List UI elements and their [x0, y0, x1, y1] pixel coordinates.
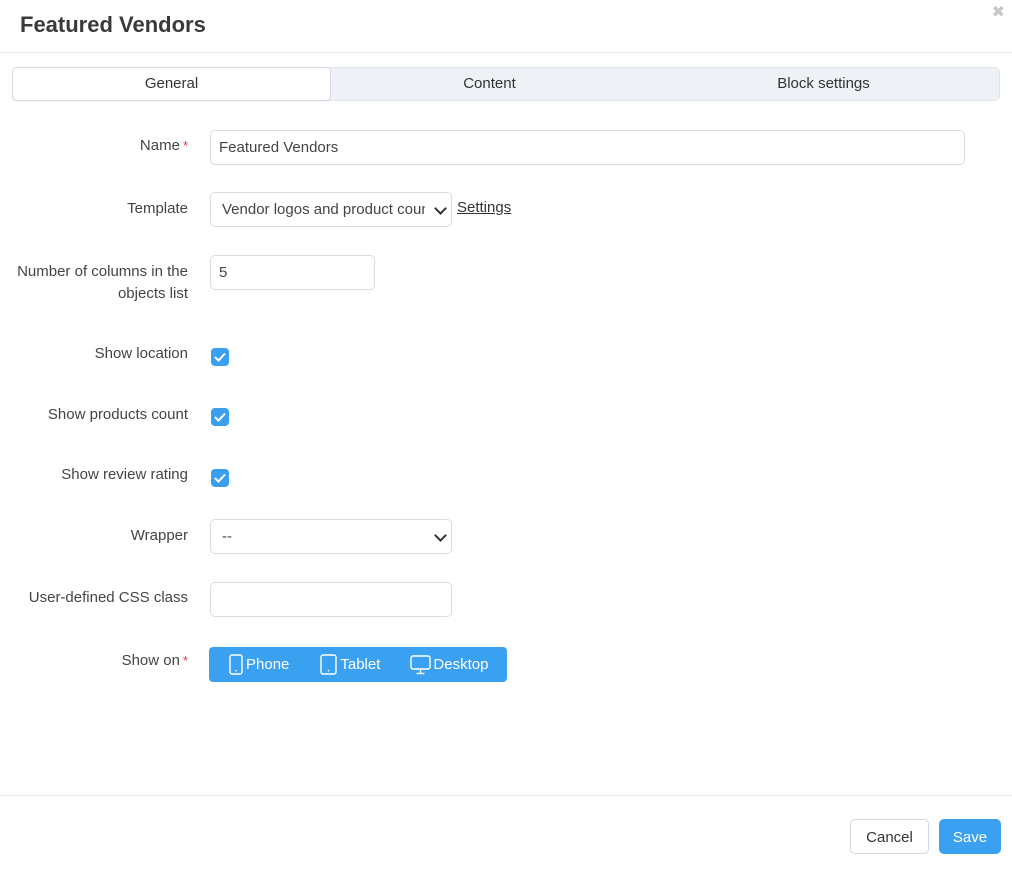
- checkmark-icon: [214, 473, 226, 483]
- show-on-desktop[interactable]: Desktop: [410, 647, 488, 682]
- css-class-label: User-defined CSS class: [28, 589, 188, 606]
- phone-icon: [229, 654, 243, 675]
- show-products-count-label: Show products count: [47, 406, 188, 423]
- dialog-title: Featured Vendors: [20, 12, 206, 37]
- template-settings-link[interactable]: Settings: [457, 199, 511, 216]
- css-class-input[interactable]: [210, 582, 452, 617]
- save-button[interactable]: Save: [939, 819, 1001, 854]
- checkmark-icon: [214, 352, 226, 362]
- columns-label: Number of columns in the objects list: [17, 263, 188, 302]
- show-on-label: Show on *: [0, 650, 188, 672]
- show-on-tablet-label: Tablet: [340, 656, 381, 673]
- columns-input[interactable]: [210, 255, 375, 290]
- show-location-checkbox[interactable]: [211, 348, 229, 366]
- template-select[interactable]: Vendor logos and product count: [210, 192, 452, 227]
- dialog-header: Featured Vendors ✖: [0, 0, 1012, 53]
- show-on-desktop-label: Desktop: [433, 656, 489, 673]
- name-label-text: Name: [139, 137, 180, 154]
- show-on-tablet[interactable]: Tablet: [320, 647, 380, 682]
- name-label: Name *: [0, 135, 188, 157]
- tab-content[interactable]: Content: [331, 68, 648, 100]
- show-on-phone-label: Phone: [246, 656, 290, 673]
- tablet-icon: [320, 654, 338, 675]
- tab-general[interactable]: General: [12, 67, 331, 101]
- tab-bar: General Content Block settings: [12, 67, 1000, 101]
- show-location-label: Show location: [94, 345, 188, 362]
- desktop-icon: [410, 654, 432, 674]
- show-review-rating-label: Show review rating: [61, 466, 188, 483]
- show-products-count-checkbox[interactable]: [211, 408, 229, 426]
- show-on-segmented-control: Phone Tablet Desktop: [209, 647, 507, 682]
- show-on-label-text: Show on: [121, 652, 180, 669]
- cancel-button[interactable]: Cancel: [850, 819, 929, 854]
- checkmark-icon: [214, 412, 226, 422]
- wrapper-select[interactable]: --: [210, 519, 452, 554]
- dialog-footer: Cancel Save: [0, 795, 1012, 874]
- template-label: Template: [127, 200, 188, 217]
- name-input[interactable]: [210, 130, 965, 165]
- close-icon[interactable]: ✖: [992, 4, 1005, 22]
- wrapper-label: Wrapper: [130, 527, 188, 544]
- required-marker: *: [182, 138, 188, 153]
- tab-block-settings[interactable]: Block settings: [648, 68, 999, 100]
- required-marker: *: [182, 653, 188, 668]
- show-on-phone[interactable]: Phone: [229, 647, 289, 682]
- show-review-rating-checkbox[interactable]: [211, 469, 229, 487]
